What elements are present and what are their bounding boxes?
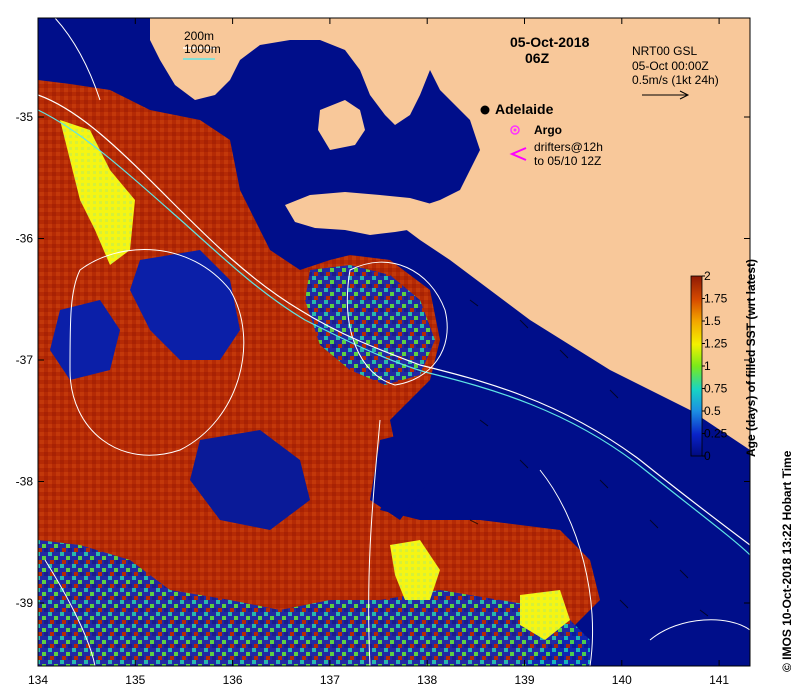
colorbar-ramp xyxy=(690,275,703,457)
current-legend-scale: 0.5m/s (1kt 24h) xyxy=(632,73,719,87)
colorbar-tick-label: 1 xyxy=(704,359,711,373)
colorbar-tick-label: 1.25 xyxy=(704,337,728,351)
map-hour: 06Z xyxy=(525,50,550,66)
map-date: 05-Oct-2018 xyxy=(510,34,590,50)
adelaide-marker xyxy=(480,105,490,115)
map-data-layer xyxy=(38,18,750,666)
colorbar-tick-label: 2 xyxy=(704,269,711,283)
x-tick-label: 134 xyxy=(28,673,48,687)
y-tick-label: -36 xyxy=(16,232,34,246)
current-legend-title: NRT00 GSL xyxy=(632,44,698,58)
isobath-legend-1000-label: 1000m xyxy=(184,42,221,56)
city-label-adelaide: Adelaide xyxy=(495,101,554,117)
x-tick-label: 138 xyxy=(417,673,437,687)
x-tick-label: 136 xyxy=(223,673,243,687)
colorbar-tick-label: 0.5 xyxy=(704,404,721,418)
isobath-legend-200-label: 200m xyxy=(184,29,215,43)
x-tick-label: 139 xyxy=(514,673,534,687)
y-tick-label: -38 xyxy=(16,475,34,489)
colorbar-title: Age (days) of filled SST (wrt latest) xyxy=(744,258,758,457)
drifter-legend-label-2: to 05/10 12Z xyxy=(534,154,602,168)
colorbar-tick-label: 0.25 xyxy=(704,427,728,441)
colorbar-tick-label: 0 xyxy=(704,449,711,463)
colorbar-tick-label: 1.75 xyxy=(704,292,728,306)
y-tick-label: -39 xyxy=(16,596,34,610)
x-tick-label: 137 xyxy=(320,673,340,687)
map-figure: 134 135 136 137 138 139 140 141 -35 -36 -37 -38 -39… xyxy=(0,0,791,700)
map-canvas: 134 135 136 137 138 139 140 141 -35 -36 -37 -38 -39… xyxy=(16,17,751,687)
y-tick-label: -35 xyxy=(16,110,34,124)
drifter-legend-label-1: drifters@12h xyxy=(534,140,603,154)
x-tick-label: 135 xyxy=(125,673,145,687)
x-tick-label: 140 xyxy=(612,673,632,687)
colorbar-tick-label: 1.5 xyxy=(704,314,721,328)
x-tick-label: 141 xyxy=(709,673,729,687)
colorbar-tick-label: 0.75 xyxy=(704,382,728,396)
credit-line: © IMOS 10-Oct-2018 13:22 Hobart Time xyxy=(780,450,791,672)
argo-legend-label: Argo xyxy=(534,123,562,137)
y-tick-label: -37 xyxy=(16,353,34,367)
current-legend-time: 05-Oct 00:00Z xyxy=(632,59,709,73)
